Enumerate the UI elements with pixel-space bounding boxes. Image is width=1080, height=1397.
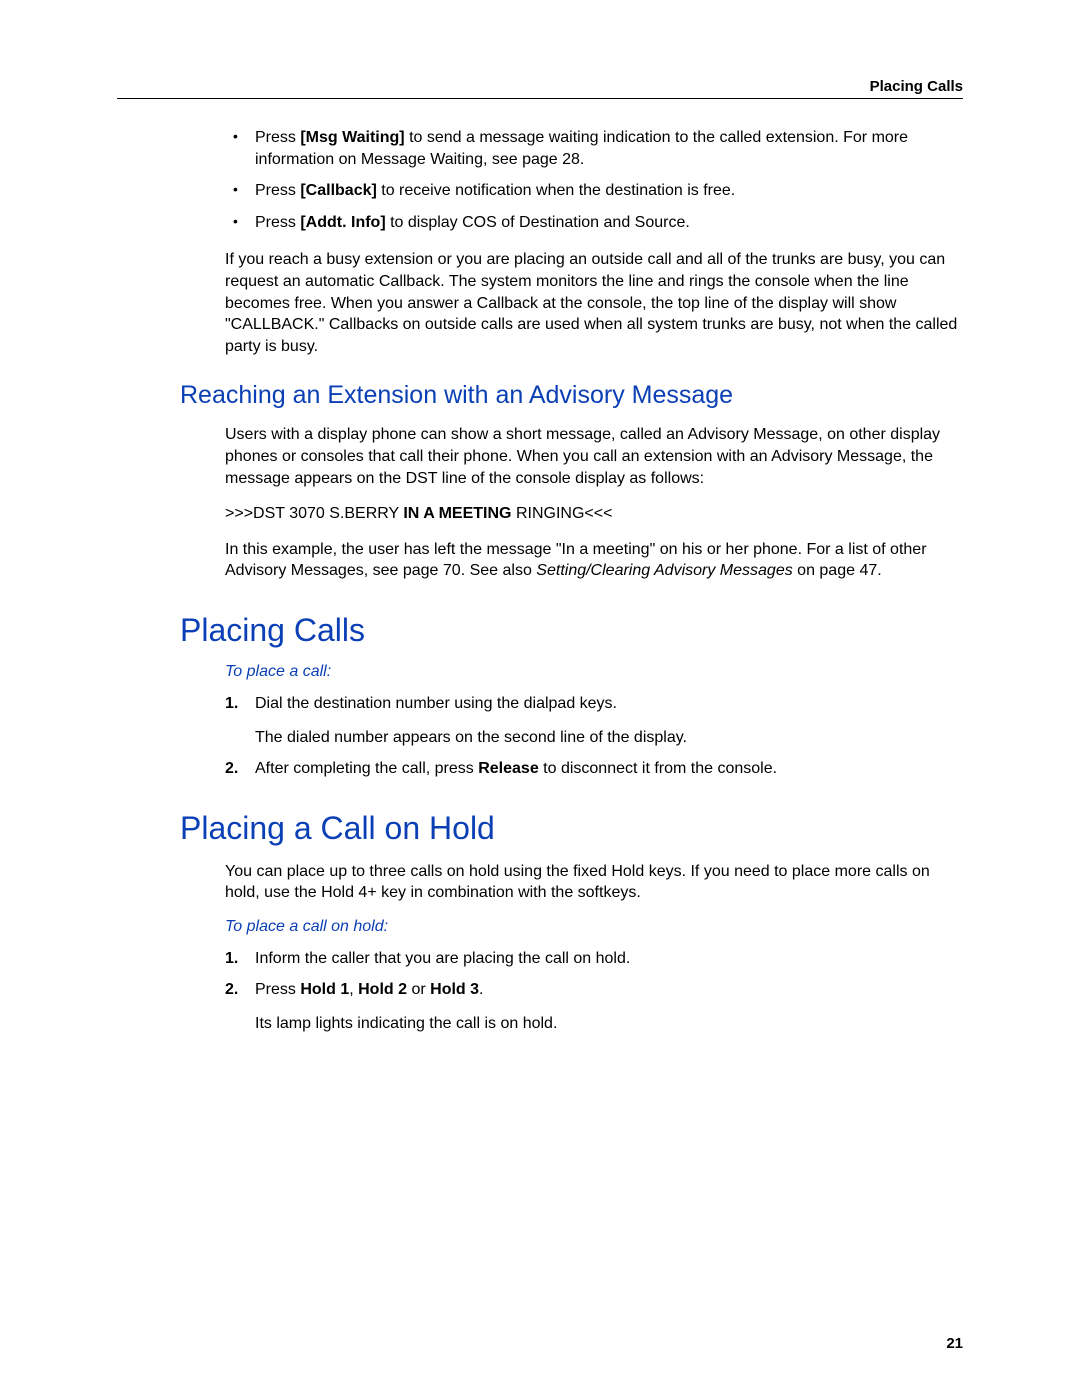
step-item: After completing the call, press Release…: [255, 758, 963, 780]
content-area: Press [Msg Waiting] to send a message wa…: [180, 127, 963, 1047]
heading-placing-calls: Placing Calls: [180, 612, 963, 649]
procedure-title-place: To place a call:: [225, 663, 963, 681]
page-number: 21: [946, 1335, 963, 1352]
header-section-title: Placing Calls: [870, 78, 963, 95]
header-rule: [117, 98, 963, 99]
paragraph-advisory-example: In this example, the user has left the m…: [180, 539, 963, 582]
heading-call-on-hold: Placing a Call on Hold: [180, 810, 963, 847]
paragraph-advisory-intro: Users with a display phone can show a sh…: [180, 424, 963, 489]
paragraph-callback: If you reach a busy extension or you are…: [180, 249, 963, 357]
paragraph-hold-intro: You can place up to three calls on hold …: [180, 861, 963, 904]
dst-display-line: >>>DST 3070 S.BERRY IN A MEETING RINGING…: [180, 503, 963, 525]
bullet-item: Press [Callback] to receive notification…: [255, 180, 963, 202]
procedure-title-hold: To place a call on hold:: [225, 918, 963, 936]
step-item: Inform the caller that you are placing t…: [255, 948, 963, 970]
bullet-list: Press [Msg Waiting] to send a message wa…: [180, 127, 963, 233]
step-item: Press Hold 1, Hold 2 or Hold 3. Its lamp…: [255, 979, 963, 1034]
steps-place-call: Dial the destination number using the di…: [180, 693, 963, 780]
page: Placing Calls Press [Msg Waiting] to sen…: [0, 0, 1080, 1397]
step-item: Dial the destination number using the di…: [255, 693, 963, 748]
subheading-advisory: Reaching an Extension with an Advisory M…: [180, 381, 963, 410]
steps-hold-call: Inform the caller that you are placing t…: [180, 948, 963, 1035]
bullet-item: Press [Msg Waiting] to send a message wa…: [255, 127, 963, 170]
bullet-item: Press [Addt. Info] to display COS of Des…: [255, 212, 963, 234]
